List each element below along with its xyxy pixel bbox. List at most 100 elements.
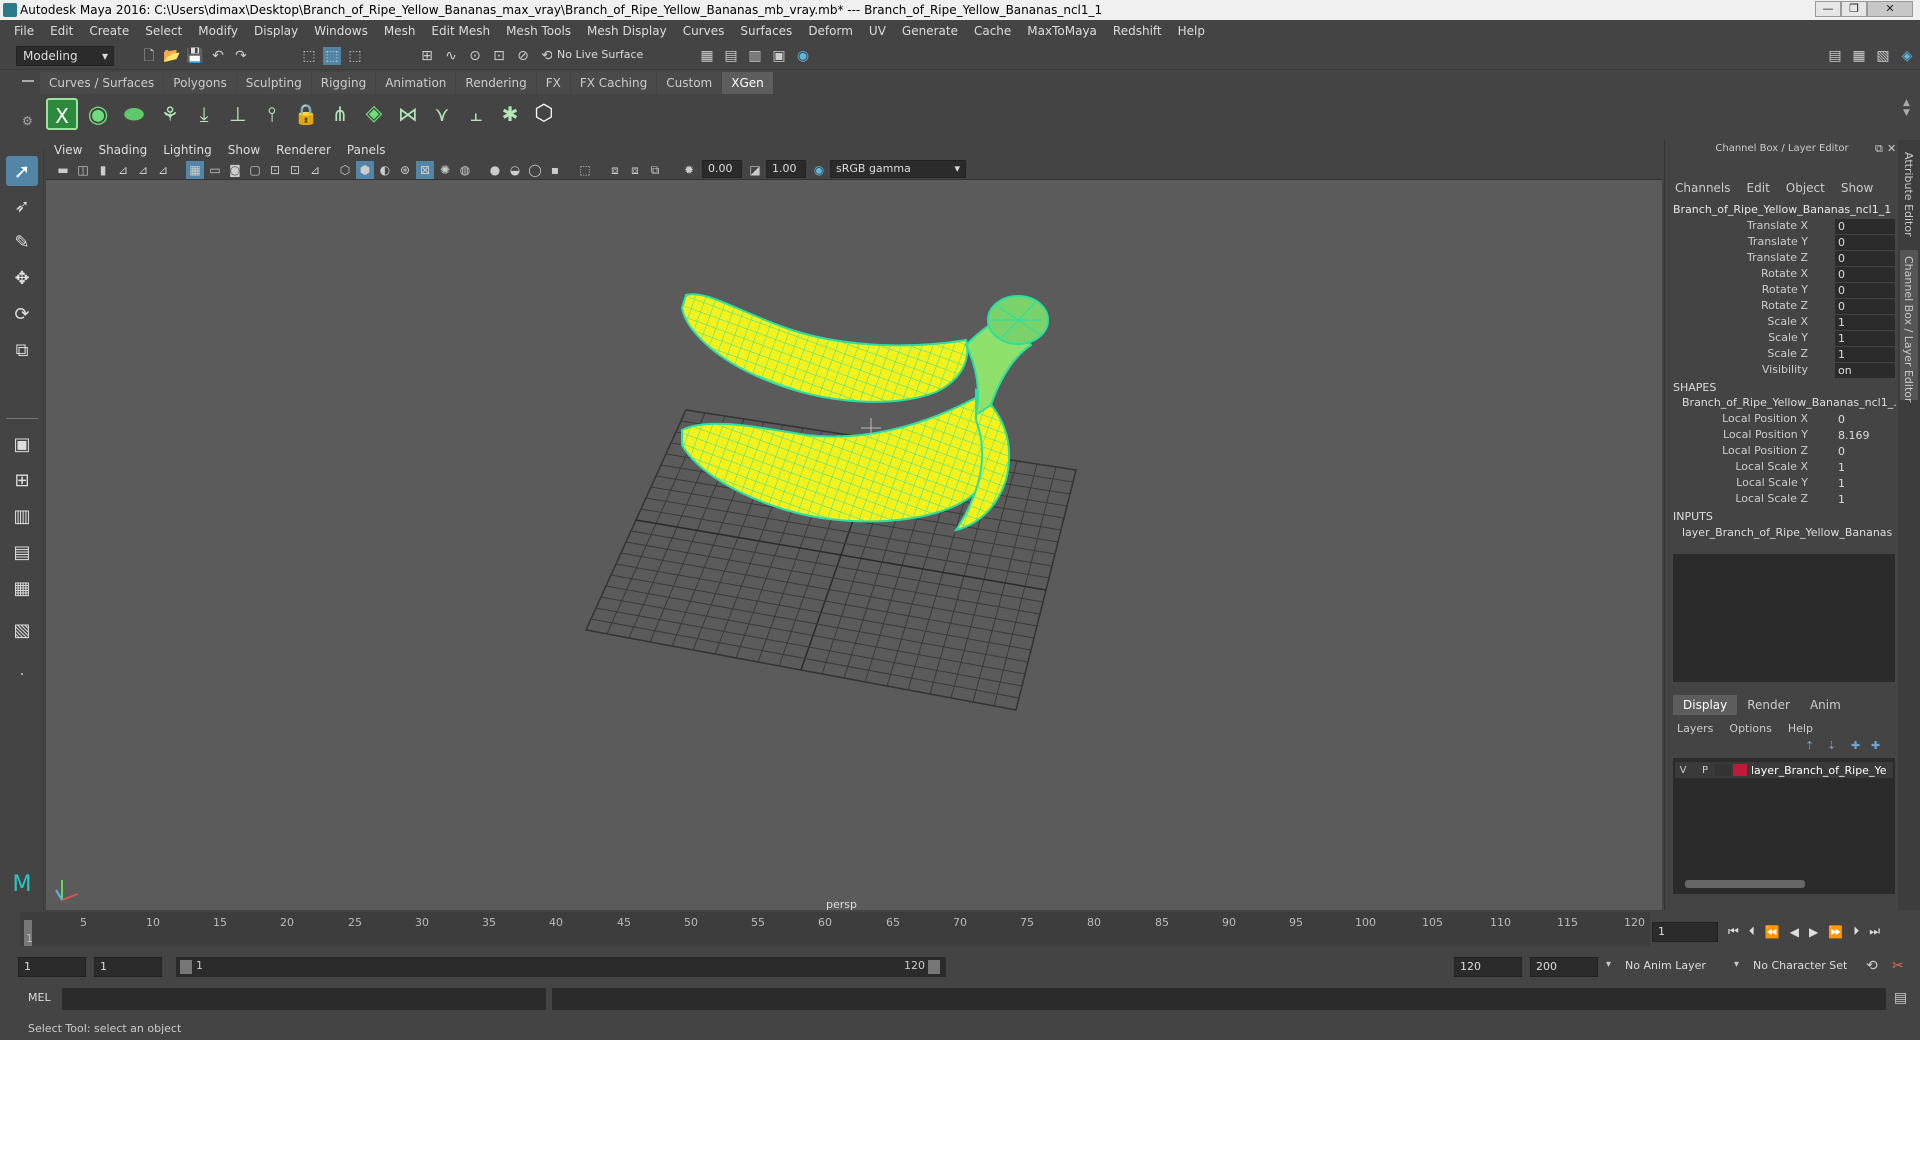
menu-surfaces[interactable]: Surfaces bbox=[740, 20, 792, 42]
xray-components-icon[interactable]: ⧉ bbox=[646, 161, 664, 179]
save-scene-icon[interactable]: 💾 bbox=[186, 47, 204, 65]
tab-custom[interactable]: Custom bbox=[657, 72, 722, 94]
step-back-key-icon[interactable]: ⏪ bbox=[1765, 925, 1780, 939]
selected-object-name[interactable]: Branch_of_Ripe_Yellow_Bananas_ncl1_1 bbox=[1673, 203, 1891, 216]
select-object-icon[interactable]: ⬚ bbox=[323, 47, 341, 65]
shape-channel-value[interactable]: 0 bbox=[1835, 412, 1895, 427]
current-frame-field[interactable]: 1 bbox=[1652, 922, 1718, 942]
anti-aliasing-icon[interactable]: ◯ bbox=[526, 161, 544, 179]
xgen-comb-icon[interactable]: ⋔ bbox=[324, 98, 356, 130]
layer-row[interactable]: V P layer_Branch_of_Ripe_Ye bbox=[1675, 762, 1893, 778]
xray-icon[interactable]: ⧈ bbox=[606, 161, 624, 179]
step-forward-key-icon[interactable]: ⏩ bbox=[1828, 925, 1843, 939]
tab-animation[interactable]: Animation bbox=[376, 72, 456, 94]
menu-uv[interactable]: UV bbox=[869, 20, 886, 42]
channel-value[interactable]: 0 bbox=[1835, 219, 1895, 234]
perspective-viewport[interactable]: persp bbox=[46, 180, 1662, 910]
xgen-sculpt-icon[interactable]: ✱ bbox=[494, 98, 526, 130]
step-forward-icon[interactable]: ⏵ bbox=[1853, 924, 1859, 939]
go-to-start-icon[interactable]: ⏮ bbox=[1728, 924, 1739, 939]
range-slider[interactable]: 1 120 bbox=[176, 957, 946, 977]
layer-visibility-toggle[interactable]: V bbox=[1675, 765, 1691, 776]
layer-display-type[interactable] bbox=[1715, 764, 1731, 776]
playback-start-field[interactable]: 1 bbox=[94, 957, 162, 977]
channel-label[interactable]: Rotate Z bbox=[1761, 299, 1808, 312]
redo-icon[interactable]: ↷ bbox=[232, 47, 250, 65]
play-backwards-icon[interactable]: ◀ bbox=[1790, 925, 1799, 939]
snap-surface-icon[interactable]: ⊘ bbox=[514, 47, 532, 65]
character-set-dropdown[interactable]: No Character Set bbox=[1748, 957, 1866, 977]
shape-channel-label[interactable]: Local Scale X bbox=[1735, 460, 1808, 473]
tab-display[interactable]: Display bbox=[1673, 695, 1738, 715]
motion-blur-icon[interactable]: ◒ bbox=[506, 161, 524, 179]
xgen-preview-icon[interactable]: ◉ bbox=[82, 98, 114, 130]
minimize-button[interactable]: — bbox=[1815, 1, 1841, 17]
xgen-move-guides-icon[interactable]: ⤓ bbox=[188, 98, 220, 130]
new-layer-selected-icon[interactable]: ✚ bbox=[1871, 739, 1880, 752]
menu-windows[interactable]: Windows bbox=[314, 20, 368, 42]
range-start-handle[interactable] bbox=[180, 960, 192, 974]
tab-fx[interactable]: FX bbox=[536, 72, 570, 94]
menu-file[interactable]: File bbox=[14, 20, 34, 42]
live-surface-field[interactable]: No Live Surface bbox=[552, 46, 654, 66]
channel-label[interactable]: Scale Y bbox=[1768, 331, 1808, 344]
input-node-name[interactable]: layer_Branch_of_Ripe_Yellow_Bananas bbox=[1682, 526, 1892, 539]
safe-title-icon[interactable]: ⊡ bbox=[286, 161, 304, 179]
ambient-occlusion-icon[interactable]: ● bbox=[486, 161, 504, 179]
wireframe-icon[interactable]: ⬡ bbox=[336, 161, 354, 179]
shape-channel-value[interactable]: 1 bbox=[1835, 476, 1895, 491]
grid-icon[interactable]: ▦ bbox=[186, 161, 204, 179]
undo-icon[interactable]: ↶ bbox=[209, 47, 227, 65]
snap-view-icon[interactable]: ⊡ bbox=[490, 47, 508, 65]
tab-rigging[interactable]: Rigging bbox=[311, 72, 376, 94]
shape-channel-value[interactable]: 8.169 bbox=[1835, 428, 1895, 443]
tab-anim[interactable]: Anim bbox=[1800, 695, 1851, 715]
wireframe-on-shaded-icon[interactable]: ⊛ bbox=[396, 161, 414, 179]
snap-grid-icon[interactable]: ⊞ bbox=[418, 47, 436, 65]
banana-upper[interactable] bbox=[680, 293, 969, 403]
toggle-tool-settings-icon[interactable]: ▧ bbox=[1874, 47, 1892, 65]
graph-layout-icon[interactable]: ▤ bbox=[6, 538, 38, 568]
xgen-add-guides-icon[interactable]: ⚘ bbox=[154, 98, 186, 130]
viewport-menu-shading[interactable]: Shading bbox=[98, 140, 147, 160]
layer-color-swatch[interactable] bbox=[1733, 764, 1747, 776]
smooth-shade-icon[interactable]: ⬢ bbox=[356, 161, 374, 179]
go-to-end-icon[interactable]: ⏭ bbox=[1869, 924, 1880, 939]
help-menu[interactable]: Help bbox=[1788, 722, 1813, 735]
menu-modify[interactable]: Modify bbox=[198, 20, 238, 42]
shape-channel-value[interactable]: 1 bbox=[1835, 460, 1895, 475]
channel-label[interactable]: Rotate X bbox=[1761, 267, 1808, 280]
banana-model[interactable] bbox=[680, 293, 1049, 532]
step-back-icon[interactable]: ⏴ bbox=[1749, 924, 1755, 939]
layer-name[interactable]: layer_Branch_of_Ripe_Ye bbox=[1751, 764, 1886, 777]
tab-sculpting[interactable]: Sculpting bbox=[236, 72, 311, 94]
render-settings-icon[interactable]: ▦ bbox=[698, 47, 716, 65]
channel-label[interactable]: Translate Z bbox=[1747, 251, 1808, 264]
channel-box-layer-editor-tab[interactable]: Channel Box / Layer Editor bbox=[1902, 256, 1915, 403]
shape-channel-value[interactable]: 1 bbox=[1835, 492, 1895, 507]
lasso-tool-icon[interactable]: ➶ bbox=[6, 192, 38, 222]
menu-mesh-tools[interactable]: Mesh Tools bbox=[506, 20, 571, 42]
tab-fx-caching[interactable]: FX Caching bbox=[570, 72, 657, 94]
viewport-menu-show[interactable]: Show bbox=[228, 140, 260, 160]
image-plane-icon[interactable]: ⊿ bbox=[114, 161, 132, 179]
menu-maxtomaya[interactable]: MaxToMaya bbox=[1027, 20, 1097, 42]
menu-select[interactable]: Select bbox=[145, 20, 182, 42]
resolution-gate-icon[interactable]: ▭ bbox=[206, 161, 224, 179]
xgen-grass-icon[interactable]: ⋎ bbox=[426, 98, 458, 130]
xray-joints-icon[interactable]: ⧈ bbox=[626, 161, 644, 179]
menu-create[interactable]: Create bbox=[89, 20, 129, 42]
time-slider[interactable]: 1 5 10 15 20 25 30 35 40 45 50 55 60 65 … bbox=[0, 912, 1920, 948]
script-editor-icon[interactable]: ▤ bbox=[1894, 990, 1907, 1006]
hypershade-layout-icon[interactable]: ▧ bbox=[6, 616, 38, 646]
shape-name[interactable]: Branch_of_Ripe_Yellow_Bananas_ncl1_... bbox=[1682, 396, 1904, 409]
shape-channel-label[interactable]: Local Position X bbox=[1722, 412, 1808, 425]
move-layer-down-icon[interactable]: ⇣ bbox=[1827, 739, 1836, 752]
menu-generate[interactable]: Generate bbox=[902, 20, 958, 42]
shape-channel-label[interactable]: Local Scale Y bbox=[1736, 476, 1808, 489]
ipr-render-icon[interactable]: ▥ bbox=[746, 47, 764, 65]
snap-point-icon[interactable]: ⊙ bbox=[466, 47, 484, 65]
toggle-attribute-editor-icon[interactable]: ▦ bbox=[1850, 47, 1868, 65]
xgen-lock-guides-icon[interactable]: 🔒 bbox=[290, 98, 322, 130]
render-frame-icon[interactable]: ▤ bbox=[722, 47, 740, 65]
